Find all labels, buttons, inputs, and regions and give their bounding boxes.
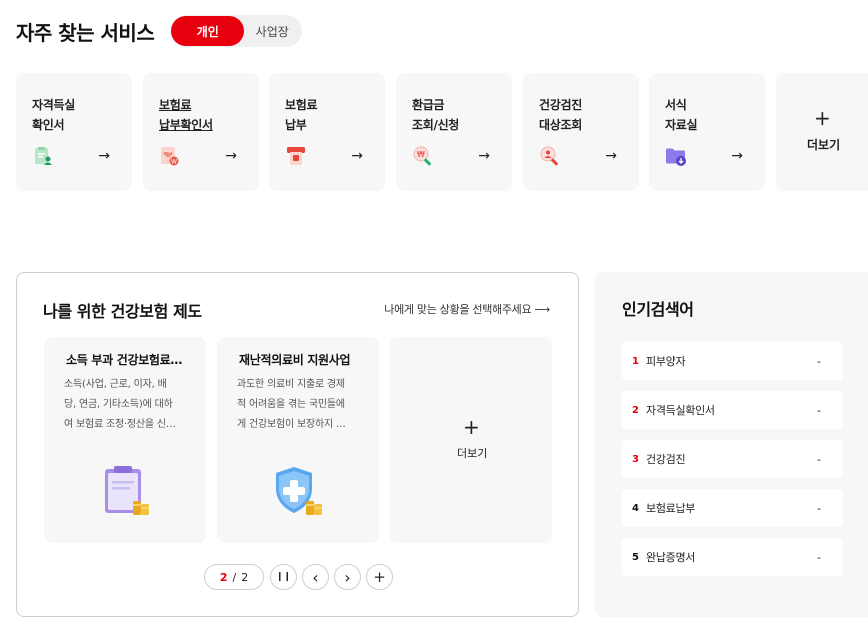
section-title: 자주 찾는 서비스 [16,20,155,45]
program-card-catastrophic-medical[interactable]: 재난적의료비 지원사업 과도한 의료비 지출로 경제 적 어려움을 겪는 국민들에… [217,337,379,543]
program-card-desc: 소득(사업, 근로, 이자, 배 당, 연금, 기타소득)에 대하 여 보험료 조정… [64,379,176,430]
chevron-right-icon: › [344,567,351,587]
rank-change: - [817,501,821,515]
svg-text:W: W [171,158,177,165]
rank-change: - [817,452,821,466]
keyword-text: 피부양자 [646,355,686,368]
keyword-item[interactable]: 2 자격득실확인서 - [622,391,843,429]
programs-panel: 나를 위한 건강보험 제도 나에게 맞는 상황을 선택해주세요 ⟶ 소득 부과 … [16,272,579,617]
service-label: 보험료 납부 [285,98,318,132]
toggle-business[interactable]: 사업장 [244,16,300,46]
arrow-right-icon: → [351,148,363,164]
plus-icon: + [814,106,831,130]
arrow-right-icon: → [225,148,237,164]
programs-more-button[interactable]: + 더보기 [390,337,552,543]
service-card-health-checkup[interactable]: 건강검진 대상조회 → [523,73,639,191]
keyword-text: 완납증명서 [646,551,696,564]
rank-change: - [817,403,821,417]
pay-terminal-icon [287,147,305,165]
toggle-personal[interactable]: 개인 [171,16,245,46]
person-search-icon [540,146,558,166]
arrow-right-icon: → [98,148,110,164]
clipboard-coins-icon [105,466,149,515]
popular-keywords-title: 인기검색어 [622,300,694,319]
service-label: 건강검진 대상조회 [539,98,582,132]
programs-title: 나를 위한 건강보험 제도 [43,302,202,321]
plus-icon: + [463,415,480,439]
frequent-services-header: 자주 찾는 서비스 개인 사업장 [16,14,303,48]
svg-text:₩: ₩ [417,150,425,159]
program-card-title: 소득 부과 건강보험료… [66,353,183,367]
pause-icon: ❙❙ [275,572,292,582]
shield-cross-coins-icon [276,467,322,515]
service-card-payment-receipt[interactable]: 보험료 납부확인서 W → [143,73,259,191]
next-button[interactable]: › [334,564,361,590]
service-label: 자격득실 확인서 [32,98,75,132]
keyword-text: 보험료납부 [646,502,696,515]
keyword-item[interactable]: 1 피부양자 - [622,342,843,380]
total-pages: 2 [241,570,249,584]
expand-button[interactable]: + [366,564,393,590]
service-label: 서식 자료실 [665,98,698,132]
popular-keywords-panel: 인기검색어 1 피부양자 - 2 자격득실확인서 - 3 건강검진 - 4 보험… [595,272,868,617]
program-card-title: 재난적의료비 지원사업 [239,353,351,367]
pager-count: 2 / 2 [204,564,264,590]
select-situation-link[interactable]: 나에게 맞는 상황을 선택해주세요 ⟶ [384,301,550,317]
keyword-item[interactable]: 3 건강검진 - [622,440,843,478]
services-more-button[interactable]: + 더보기 [776,73,868,191]
pause-button[interactable]: ❙❙ [270,564,297,590]
arrow-right-icon: → [478,148,490,164]
current-page: 2 [219,570,228,584]
payment-receipt-icon: W [161,147,179,166]
keyword-text: 건강검진 [646,453,686,466]
service-label: 보험료 납부확인서 [159,98,213,132]
program-card-income-premium[interactable]: 소득 부과 건강보험료… 소득(사업, 근로, 이자, 배 당, 연금, 기타소득… [44,337,206,543]
chevron-left-icon: ‹ [312,567,319,587]
keyword-rank: 2 [632,404,639,416]
rank-change: - [817,550,821,564]
keyword-rank: 5 [632,551,639,563]
service-card-forms[interactable]: 서식 자료실 → [649,73,765,191]
more-label: 더보기 [807,138,841,152]
rank-change: - [817,354,821,368]
plus-icon: + [373,568,386,586]
prev-button[interactable]: ‹ [302,564,329,590]
arrow-right-icon: → [731,148,743,164]
service-label: 환급금 조회/신청 [412,98,460,132]
arrow-right-icon: → [605,148,617,164]
more-label: 더보기 [457,447,488,460]
service-card-refund[interactable]: 환급금 조회/신청 ₩ → [396,73,512,191]
user-type-toggle[interactable]: 개인 사업장 [170,15,303,47]
folder-download-icon [666,148,686,166]
certificate-person-icon [35,147,52,165]
program-card-desc: 과도한 의료비 지출로 경제 적 어려움을 겪는 국민들에 게 건강보험이 보장하지… [237,379,346,430]
keyword-rank: 3 [632,453,639,465]
service-card-payment[interactable]: 보험료 납부 → [269,73,385,191]
keyword-rank: 1 [632,355,639,367]
keyword-text: 자격득실확인서 [646,404,715,417]
refund-search-icon: ₩ [413,146,431,166]
service-card-eligibility[interactable]: 자격득실 확인서 → [16,73,132,191]
keyword-item[interactable]: 4 보험료납부 - [622,489,843,527]
keyword-rank: 4 [632,502,639,514]
keyword-item[interactable]: 5 완납증명서 - [622,538,843,576]
